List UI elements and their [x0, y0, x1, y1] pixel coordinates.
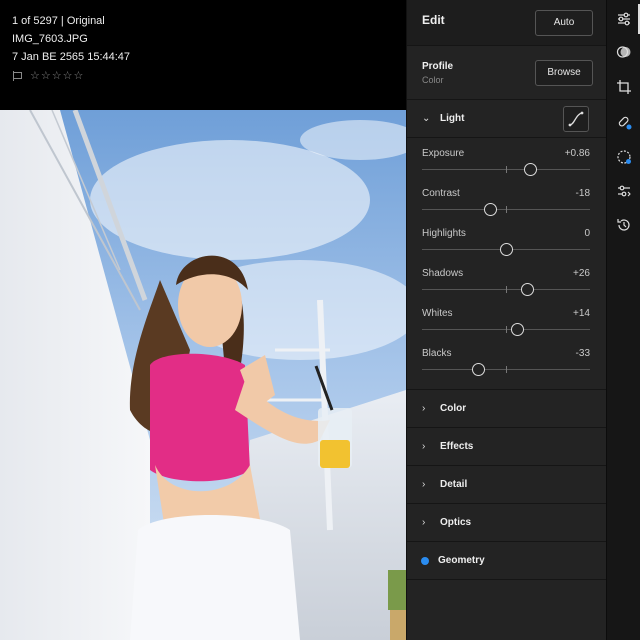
profile-row: Profile Color Browse: [407, 46, 606, 100]
slider-value[interactable]: +0.86: [565, 148, 590, 159]
photo-filename: IMG_7603.JPG: [12, 33, 88, 45]
tone-curve-icon: [568, 111, 584, 127]
masking-icon[interactable]: [616, 44, 632, 60]
slider-thumb[interactable]: [523, 163, 537, 176]
chevron-right-icon: ›: [422, 479, 426, 490]
slider-value[interactable]: +14: [573, 308, 590, 319]
section-effects-label: Effects: [440, 441, 474, 452]
chevron-right-icon: ›: [422, 403, 426, 414]
section-optics-label: Optics: [440, 517, 472, 528]
section-geometry-label: Geometry: [438, 555, 485, 566]
slider-contrast[interactable]: Contrast -18: [407, 186, 606, 226]
slider-label: Contrast: [422, 188, 460, 199]
section-color[interactable]: › Color: [407, 390, 606, 428]
light-sliders: Exposure +0.86 Contrast -18 Highlights 0 Sh…: [407, 138, 606, 390]
star-rating[interactable]: ☆☆☆☆☆: [30, 67, 84, 85]
edit-header: Edit Auto: [407, 0, 606, 46]
section-color-label: Color: [440, 403, 467, 414]
slider-label: Shadows: [422, 268, 464, 279]
slider-thumb[interactable]: [511, 323, 525, 336]
slider-thumb[interactable]: [484, 203, 498, 216]
slider-whites[interactable]: Whites +14: [407, 306, 606, 346]
photo-datetime: 7 Jan BE 2565 15:44:47: [12, 51, 131, 63]
browse-button[interactable]: Browse: [535, 59, 593, 86]
slider-shadows[interactable]: Shadows +26: [407, 266, 606, 306]
slider-blacks[interactable]: Blacks -33: [407, 346, 606, 386]
slider-label: Highlights: [422, 228, 466, 239]
slider-value[interactable]: +26: [573, 268, 590, 279]
slider-highlights[interactable]: Highlights 0: [407, 226, 606, 266]
tone-curve-button[interactable]: [563, 106, 589, 132]
section-optics[interactable]: › Optics: [407, 504, 606, 542]
section-detail[interactable]: › Detail: [407, 466, 606, 504]
edit-title: Edit: [422, 12, 445, 27]
healing-icon[interactable]: [616, 114, 632, 130]
sliders-icon[interactable]: [616, 11, 632, 27]
slider-value[interactable]: 0: [584, 228, 590, 239]
edit-panel: Edit Auto Profile Color Browse ⌄ Light E…: [406, 0, 606, 640]
slider-thumb[interactable]: [471, 363, 485, 376]
profile-value: Color: [422, 74, 444, 85]
slider-value[interactable]: -33: [576, 348, 590, 359]
flag-icon[interactable]: [12, 71, 22, 81]
auto-button[interactable]: Auto: [535, 9, 593, 36]
photo-position: 1 of 5297 | Original: [12, 15, 105, 27]
slider-thumb[interactable]: [499, 243, 513, 256]
section-detail-label: Detail: [440, 479, 468, 490]
chevron-right-icon: ›: [422, 441, 426, 452]
presets-icon[interactable]: [616, 183, 632, 199]
selective-icon[interactable]: [616, 149, 632, 165]
slider-label: Whites: [422, 308, 453, 319]
section-light-label: Light: [440, 113, 465, 124]
slider-value[interactable]: -18: [576, 188, 590, 199]
section-effects[interactable]: › Effects: [407, 428, 606, 466]
section-light[interactable]: ⌄ Light: [407, 100, 606, 138]
history-icon[interactable]: [616, 217, 632, 233]
photo-info: 1 of 5297 | Original IMG_7603.JPG 7 Jan …: [12, 12, 130, 85]
slider-thumb[interactable]: [521, 283, 535, 296]
photo-preview[interactable]: [0, 110, 406, 640]
section-geometry[interactable]: Geometry: [407, 542, 606, 580]
slider-label: Blacks: [422, 348, 452, 359]
slider-exposure[interactable]: Exposure +0.86: [407, 146, 606, 186]
slider-label: Exposure: [422, 148, 465, 159]
tool-rail: [606, 0, 640, 640]
profile-label: Profile: [422, 60, 454, 72]
edited-dot-icon: [421, 556, 429, 565]
photo-area: 1 of 5297 | Original IMG_7603.JPG 7 Jan …: [0, 0, 406, 640]
chevron-right-icon: ›: [422, 517, 426, 528]
crop-icon[interactable]: [616, 79, 632, 95]
chevron-down-icon: ⌄: [422, 113, 431, 124]
